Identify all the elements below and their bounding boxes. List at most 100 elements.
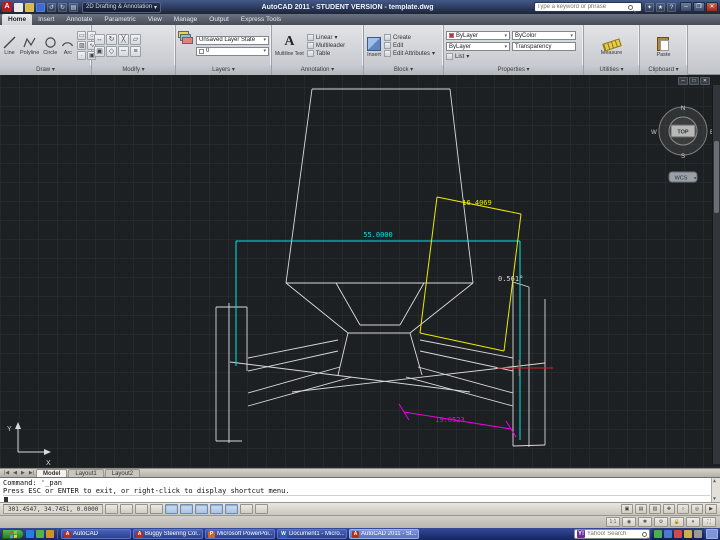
multileader-button[interactable]: Multileader [306,42,345,49]
new-file-button[interactable] [14,2,23,12]
layer-dropdown[interactable]: 0 ▾ [196,46,269,56]
polar-toggle[interactable] [165,504,179,514]
undo-button[interactable]: ↺ [47,2,56,12]
zoom-button[interactable]: ○ [677,504,689,514]
compass-west[interactable]: W [651,130,657,136]
create-block-button[interactable]: Create [384,34,435,41]
modify-panel-label[interactable]: Modify ▾ [92,65,175,75]
layers-panel-label[interactable]: Layers ▾ [176,65,271,75]
layout-nav-first-icon[interactable]: |◀ [2,470,11,476]
quicklaunch-desktop-icon[interactable] [36,530,44,538]
table-button[interactable]: Table [306,50,345,57]
tab-view[interactable]: View [142,14,168,25]
polyline-button[interactable]: Polyline [19,27,40,64]
move-tool-icon[interactable]: ↔ [94,34,105,45]
layout-nav-last-icon[interactable]: ▶| [27,470,36,476]
toolbar-lock-button[interactable]: 🔒 [670,517,684,527]
tab-manage[interactable]: Manage [168,14,204,25]
otrack-toggle[interactable] [195,504,209,514]
infer-toggle[interactable] [105,504,119,514]
annotation-visibility-button[interactable]: ◉ [622,517,636,527]
layout-nav-next-icon[interactable]: ▶ [19,470,27,476]
workspace-switching-button[interactable]: ⚙ [654,517,668,527]
taskbar-button-autocad[interactable]: A AutoCAD [61,529,131,539]
linear-dimension-button[interactable]: Linear ▾ [306,34,345,41]
taskbar-button-buggy-steering[interactable]: A Buggy Steering Col... [133,529,203,539]
tab-output[interactable]: Output [203,14,235,25]
model-space-button[interactable]: ▣ [621,504,633,514]
lineweight-dropdown[interactable]: ByColor ▾ [512,31,576,40]
erase-tool-icon[interactable]: ▱ [130,34,141,45]
drawing-canvas[interactable]: 55.0000 16.4069 0.561° 19.0523 Y X TOP N… [0,75,720,468]
circle-button[interactable]: Circle [42,27,58,64]
start-button[interactable] [2,529,24,539]
taskbar-button-autocad-2011[interactable]: A AutoCAD 2011 - St... [349,529,419,539]
tab-home[interactable]: Home [2,14,33,25]
open-file-button[interactable] [25,2,34,12]
minimize-button[interactable]: – [680,2,692,12]
favorites-icon[interactable]: ★ [656,2,665,12]
ducs-toggle[interactable] [210,504,224,514]
draw-panel-label[interactable]: Draw ▾ [0,65,91,75]
steering-wheel-button[interactable]: ◎ [691,504,703,514]
annotation-scale-button[interactable]: 1:1 [606,517,620,527]
properties-panel-label[interactable]: Properties ▾ [444,65,583,75]
tab-parametric[interactable]: Parametric [98,14,141,25]
clipboard-panel-label[interactable]: Clipboard ▾ [640,65,687,75]
close-button[interactable]: ✕ [706,2,718,12]
osnap-toggle[interactable] [180,504,194,514]
workspace-dropdown[interactable]: 2D Drafting & Annotation ▾ [82,1,162,13]
drawing-close-button[interactable]: ✕ [700,77,710,85]
scrollbar-thumb[interactable] [714,141,719,213]
help-icon[interactable]: ? [667,2,676,12]
block-panel-label[interactable]: Block ▾ [364,65,443,75]
quick-view-drawings-button[interactable]: ▥ [649,504,661,514]
copy-tool-icon[interactable]: ▣ [94,46,105,57]
drawing-restore-button[interactable]: □ [689,77,699,85]
search-input[interactable] [537,4,627,10]
tab-express-tools[interactable]: Express Tools [235,14,287,25]
multiline-text-button[interactable]: A Multiline Text [274,27,305,64]
show-motion-button[interactable]: ▶ [705,504,717,514]
mirror-tool-icon[interactable]: ◇ [106,46,117,57]
exchange-icon[interactable]: ✦ [645,2,654,12]
restore-button[interactable]: ❐ [693,2,705,12]
utilities-panel-label[interactable]: Utilities ▾ [584,65,639,75]
rectangle-tool-icon[interactable]: ▭ [77,31,87,40]
command-window[interactable]: Command: '_pan Press ESC or ENTER to exi… [0,477,720,503]
layer-state-dropdown[interactable]: Unsaved Layer State ▾ [196,35,269,45]
command-scrollbar[interactable] [711,478,720,502]
qp-toggle[interactable] [255,504,269,514]
messenger-tray-icon[interactable] [684,530,692,538]
compass-north[interactable]: N [681,106,685,112]
tab-annotate[interactable]: Annotate [60,14,98,25]
autoscale-button[interactable]: ✱ [638,517,652,527]
clean-screen-button[interactable]: ⛶ [702,517,716,527]
rotate-tool-icon[interactable]: ↻ [106,34,117,45]
yahoo-search-input[interactable] [587,531,639,537]
search-icon[interactable] [642,531,647,537]
yahoo-search-box[interactable]: Y! [574,529,650,539]
ortho-toggle[interactable] [150,504,164,514]
array-tool-icon[interactable]: ≡ [130,46,141,57]
line-button[interactable]: Line [2,27,17,64]
annotation-panel-label[interactable]: Annotation ▾ [272,65,363,75]
point-tool-icon[interactable]: · [77,51,87,60]
search-icon[interactable] [628,4,633,10]
arc-button[interactable]: Arc [60,27,75,64]
redo-button[interactable]: ↻ [58,2,67,12]
viewcube-top-face[interactable]: TOP [677,130,689,136]
dyn-toggle[interactable] [225,504,239,514]
linetype-dropdown[interactable]: ByLayer ▾ [446,42,510,51]
hatch-tool-icon[interactable]: ▨ [77,41,87,50]
tab-insert[interactable]: Insert [32,14,60,25]
coordinates-display[interactable]: 301.4547, 34.7451, 0.0000 [3,504,104,514]
snap-toggle[interactable] [120,504,134,514]
taskbar-button-powerpoint[interactable]: P Microsoft PowerPoi... [205,529,275,539]
pan-button[interactable]: ✥ [663,504,675,514]
compass-south[interactable]: S [681,154,685,160]
drawing-minimize-button[interactable]: ─ [678,77,688,85]
layout-nav-prev-icon[interactable]: ◀ [11,470,19,476]
infocenter-search[interactable] [534,2,642,12]
fillet-tool-icon[interactable]: ─ [118,46,129,57]
